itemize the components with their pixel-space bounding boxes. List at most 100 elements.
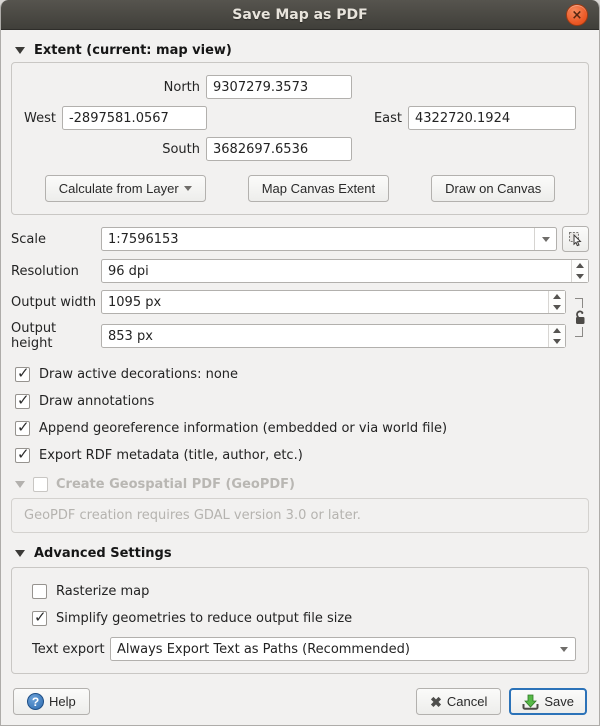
draw-on-canvas-label: Draw on Canvas: [445, 181, 541, 196]
simplify-geometries-label: Simplify geometries to reduce output fil…: [56, 611, 352, 626]
output-height-input[interactable]: [101, 324, 566, 348]
checkbox-checked: ✓: [15, 394, 30, 409]
output-width-spin-buttons: [548, 291, 565, 313]
text-export-value: Always Export Text as Paths (Recommended…: [117, 642, 410, 657]
text-export-dropdown-button[interactable]: [553, 638, 575, 660]
resolution-spinbox[interactable]: [101, 259, 589, 283]
north-input[interactable]: [206, 75, 352, 99]
map-canvas-extent-button[interactable]: Map Canvas Extent: [248, 175, 389, 202]
resolution-row: Resolution: [11, 259, 589, 283]
draw-annotations-label: Draw annotations: [39, 394, 154, 409]
west-input[interactable]: [62, 106, 207, 130]
titlebar[interactable]: Save Map as PDF ×: [1, 0, 599, 30]
check-icon: ✓: [17, 391, 30, 409]
geopdf-groupbox: GeoPDF creation requires GDAL version 3.…: [11, 498, 589, 533]
extent-buttons-row: Calculate from Layer Map Canvas Extent D…: [24, 175, 576, 202]
checkbox-checked: ✓: [15, 448, 30, 463]
spin-down-button[interactable]: [549, 302, 565, 313]
export-rdf-metadata-checkbox-row[interactable]: ✓ Export RDF metadata (title, author, et…: [15, 448, 589, 463]
south-label: South: [24, 142, 206, 157]
output-height-label: Output height: [11, 321, 101, 351]
spin-down-button[interactable]: [572, 271, 588, 282]
scale-dropdown-button[interactable]: [534, 228, 556, 250]
south-input[interactable]: [206, 137, 352, 161]
checkbox-unchecked: [32, 584, 47, 599]
export-rdf-metadata-label: Export RDF metadata (title, author, etc.…: [39, 448, 303, 463]
checkbox-checked: ✓: [15, 367, 30, 382]
check-icon: ✓: [17, 418, 30, 436]
cancel-icon: ✖: [430, 695, 442, 709]
output-height-row: Output height: [11, 321, 566, 351]
north-label: North: [24, 80, 206, 95]
extent-north-row: North: [24, 75, 576, 99]
extent-section-header[interactable]: Extent (current: map view): [15, 43, 589, 58]
advanced-settings-header[interactable]: Advanced Settings: [15, 546, 589, 561]
cancel-button[interactable]: ✖ Cancel: [416, 688, 501, 715]
resolution-input[interactable]: [101, 259, 589, 283]
rasterize-map-checkbox-row[interactable]: Rasterize map: [32, 584, 576, 599]
output-height-spinbox[interactable]: [101, 324, 566, 348]
chevron-down-icon: [184, 186, 192, 191]
draw-annotations-checkbox-row[interactable]: ✓ Draw annotations: [15, 394, 589, 409]
draw-on-canvas-button[interactable]: Draw on Canvas: [431, 175, 555, 202]
advanced-settings-groupbox: Rasterize map ✓ Simplify geometries to r…: [11, 567, 589, 674]
east-label: East: [374, 111, 408, 126]
link-bracket-top: [575, 298, 583, 308]
geopdf-note: GeoPDF creation requires GDAL version 3.…: [24, 508, 361, 523]
check-icon: ✓: [17, 445, 30, 463]
spin-up-button[interactable]: [549, 291, 565, 302]
extent-west-east-row: West East: [24, 106, 576, 130]
output-width-row: Output width: [11, 290, 566, 314]
collapse-arrow-icon: [15, 481, 25, 488]
advanced-settings-label: Advanced Settings: [34, 546, 172, 561]
map-cursor-icon: [568, 231, 584, 247]
output-height-spin-buttons: [548, 325, 565, 347]
calculate-from-layer-label: Calculate from Layer: [59, 181, 179, 196]
checkbox-checked: ✓: [15, 421, 30, 436]
east-input[interactable]: [408, 106, 576, 130]
west-label: West: [24, 111, 62, 126]
checkbox-unchecked-disabled: [33, 477, 48, 492]
collapse-arrow-icon: [15, 47, 25, 54]
map-canvas-extent-label: Map Canvas Extent: [262, 181, 375, 196]
simplify-geometries-checkbox-row[interactable]: ✓ Simplify geometries to reduce output f…: [32, 611, 576, 626]
save-icon: [522, 694, 539, 710]
aspect-ratio-lock: [571, 283, 589, 351]
output-width-spinbox[interactable]: [101, 290, 566, 314]
calculate-from-layer-button[interactable]: Calculate from Layer: [45, 175, 206, 202]
close-icon: ×: [572, 9, 583, 22]
output-width-input[interactable]: [101, 290, 566, 314]
chevron-down-icon: [560, 647, 568, 652]
append-georeference-checkbox-row[interactable]: ✓ Append georeference information (embed…: [15, 421, 589, 436]
scale-row: Scale 1:7596153: [11, 226, 589, 252]
open-lock-icon[interactable]: [573, 310, 587, 325]
help-icon: ?: [27, 693, 44, 710]
spin-up-button[interactable]: [549, 325, 565, 336]
extent-groupbox: North West East South Calculate from Lay…: [11, 62, 589, 215]
dialog-body: Extent (current: map view) North West Ea…: [1, 30, 599, 725]
rasterize-map-label: Rasterize map: [56, 584, 149, 599]
save-map-as-pdf-dialog: Save Map as PDF × Extent (current: map v…: [0, 0, 600, 726]
check-icon: ✓: [34, 608, 47, 626]
save-button[interactable]: Save: [509, 688, 587, 715]
set-scale-from-canvas-button[interactable]: [562, 226, 589, 252]
append-georeference-label: Append georeference information (embedde…: [39, 421, 447, 436]
extent-header-label: Extent (current: map view): [34, 43, 232, 58]
help-button[interactable]: ? Help: [13, 688, 90, 715]
spin-down-button[interactable]: [549, 336, 565, 347]
draw-decorations-checkbox-row[interactable]: ✓ Draw active decorations: none: [15, 367, 589, 382]
help-label: Help: [49, 694, 76, 709]
dialog-footer: ? Help ✖ Cancel Save: [11, 688, 589, 715]
draw-decorations-label: Draw active decorations: none: [39, 367, 238, 382]
link-bracket-bottom: [575, 327, 583, 337]
resolution-spin-buttons: [571, 260, 588, 282]
text-export-combobox[interactable]: Always Export Text as Paths (Recommended…: [110, 637, 576, 661]
chevron-down-icon: [542, 237, 550, 242]
scale-value: 1:7596153: [108, 232, 179, 247]
scale-combobox[interactable]: 1:7596153: [101, 227, 557, 251]
window-title: Save Map as PDF: [232, 7, 367, 23]
extent-south-row: South: [24, 137, 576, 161]
spin-up-button[interactable]: [572, 260, 588, 271]
close-button[interactable]: ×: [566, 4, 588, 26]
output-width-label: Output width: [11, 295, 101, 310]
